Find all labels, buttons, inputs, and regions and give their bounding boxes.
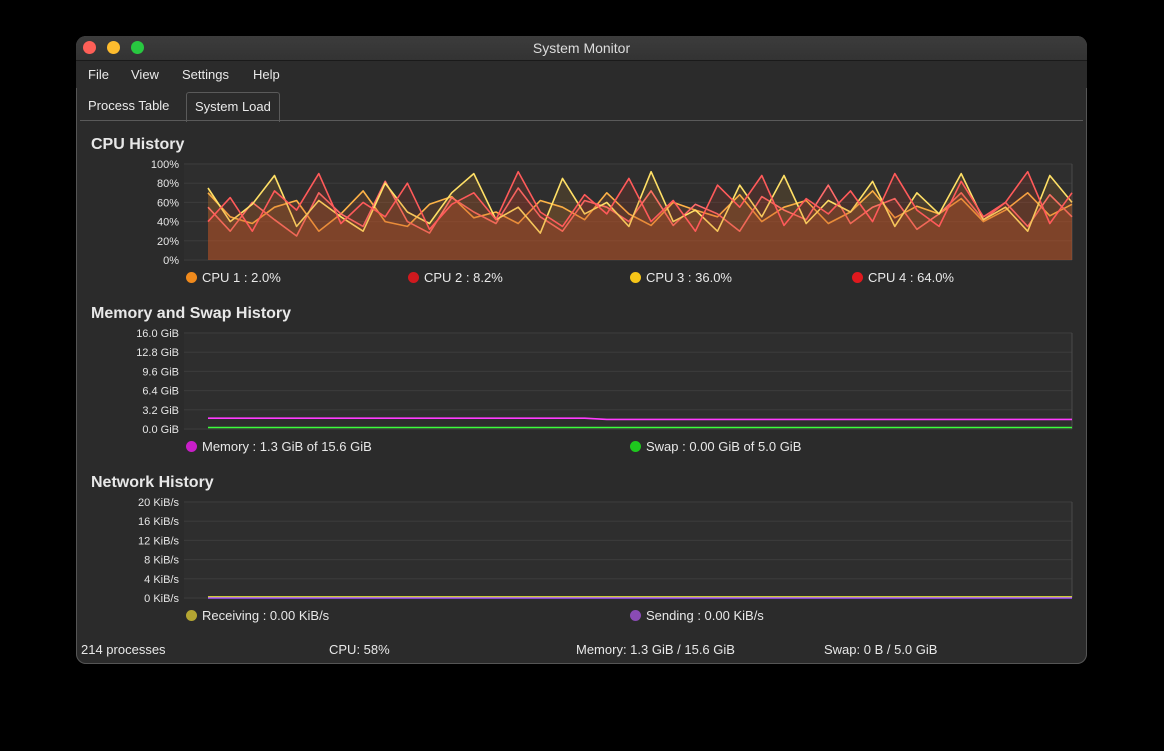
sending-color-dot: [630, 610, 641, 621]
swap-color-dot: [630, 441, 641, 452]
cpu-y-tick-label: 80%: [157, 178, 179, 190]
cpu-y-tick-label: 60%: [157, 197, 179, 209]
memory-y-tick-label: 9.6 GiB: [142, 366, 179, 378]
network-history-chart: 20 KiB/s 16 KiB/s 12 KiB/s 8 KiB/s 4 KiB/s 0 …: [138, 497, 1073, 604]
legend-cpu-2-label: CPU 2 : 8.2%: [424, 270, 503, 285]
status-swap: Swap: 0 B / 5.0 GiB: [824, 642, 938, 657]
cpu-y-tick-label: 100%: [151, 159, 179, 171]
receiving-color-dot: [186, 610, 197, 621]
memory-plot-background: [184, 332, 1072, 430]
legend-cpu-1-label: CPU 1 : 2.0%: [202, 270, 281, 285]
menu-help[interactable]: Help: [253, 67, 280, 82]
legend-sending-label: Sending : 0.00 KiB/s: [646, 608, 764, 623]
cpu-history-chart: 100% 80% 60% 40% 20% 0%: [151, 159, 1073, 266]
title-bar[interactable]: System Monitor: [76, 36, 1087, 61]
legend-cpu-1: CPU 1 : 2.0%: [186, 270, 281, 285]
tab-process-table[interactable]: Process Table: [80, 92, 177, 120]
legend-cpu-2: CPU 2 : 8.2%: [408, 270, 503, 285]
cpu-1-color-dot: [186, 272, 197, 283]
tab-bar: Process Table System Load: [76, 92, 1087, 122]
menu-view[interactable]: View: [131, 67, 159, 82]
legend-receiving-label: Receiving : 0.00 KiB/s: [202, 608, 330, 623]
system-monitor-window: System Monitor File View Settings Help P…: [76, 36, 1087, 664]
legend-receiving: Receiving : 0.00 KiB/s: [186, 608, 329, 623]
cpu-3-color-dot: [630, 272, 641, 283]
legend-cpu-3: CPU 3 : 36.0%: [630, 270, 732, 285]
legend-cpu-3-label: CPU 3 : 36.0%: [646, 270, 732, 285]
network-y-tick-label: 12 KiB/s: [138, 535, 179, 547]
menu-file[interactable]: File: [88, 67, 109, 82]
memory-color-dot: [186, 441, 197, 452]
memory-y-tick-label: 6.4 GiB: [142, 386, 179, 398]
memory-y-tick-label: 3.2 GiB: [142, 405, 179, 417]
status-processes: 214 processes: [81, 642, 166, 657]
cpu-2-color-dot: [408, 272, 419, 283]
menu-bar: File View Settings Help: [76, 61, 1087, 88]
status-memory: Memory: 1.3 GiB / 15.6 GiB: [576, 642, 735, 657]
network-history-title: Network History: [91, 474, 214, 491]
legend-cpu-4: CPU 4 : 64.0%: [852, 270, 954, 285]
network-plot-background: [184, 501, 1072, 599]
memory-history-title: Memory and Swap History: [91, 305, 292, 322]
memory-y-tick-label: 0.0 GiB: [142, 424, 179, 435]
memory-history-chart: 16.0 GiB 12.8 GiB 9.6 GiB 6.4 GiB 3.2 GiB 0.0…: [136, 328, 1073, 435]
status-cpu: CPU: 58%: [329, 642, 390, 657]
legend-swap-label: Swap : 0.00 GiB of 5.0 GiB: [646, 439, 802, 454]
network-y-tick-label: 20 KiB/s: [138, 497, 179, 509]
network-y-tick-label: 8 KiB/s: [144, 555, 179, 567]
legend-memory: Memory : 1.3 GiB of 15.6 GiB: [186, 439, 372, 454]
memory-y-tick-label: 16.0 GiB: [136, 328, 179, 340]
cpu-y-tick-label: 20%: [157, 236, 179, 248]
window-title: System Monitor: [532, 40, 631, 56]
cpu-history-title: CPU History: [91, 136, 185, 153]
cpu-4-color-dot: [852, 272, 863, 283]
legend-memory-label: Memory : 1.3 GiB of 15.6 GiB: [202, 439, 372, 454]
tab-divider: [80, 120, 1083, 121]
menu-settings[interactable]: Settings: [182, 67, 229, 82]
cpu-y-tick-label: 0%: [163, 255, 179, 266]
network-y-tick-label: 0 KiB/s: [144, 593, 179, 604]
tab-system-load[interactable]: System Load: [186, 92, 280, 122]
legend-swap: Swap : 0.00 GiB of 5.0 GiB: [630, 439, 801, 454]
memory-y-tick-label: 12.8 GiB: [136, 347, 179, 359]
legend-cpu-4-label: CPU 4 : 64.0%: [868, 270, 954, 285]
network-y-tick-label: 16 KiB/s: [138, 516, 179, 528]
network-y-tick-label: 4 KiB/s: [144, 574, 179, 586]
cpu-y-tick-label: 40%: [157, 217, 179, 229]
legend-sending: Sending : 0.00 KiB/s: [630, 608, 764, 623]
